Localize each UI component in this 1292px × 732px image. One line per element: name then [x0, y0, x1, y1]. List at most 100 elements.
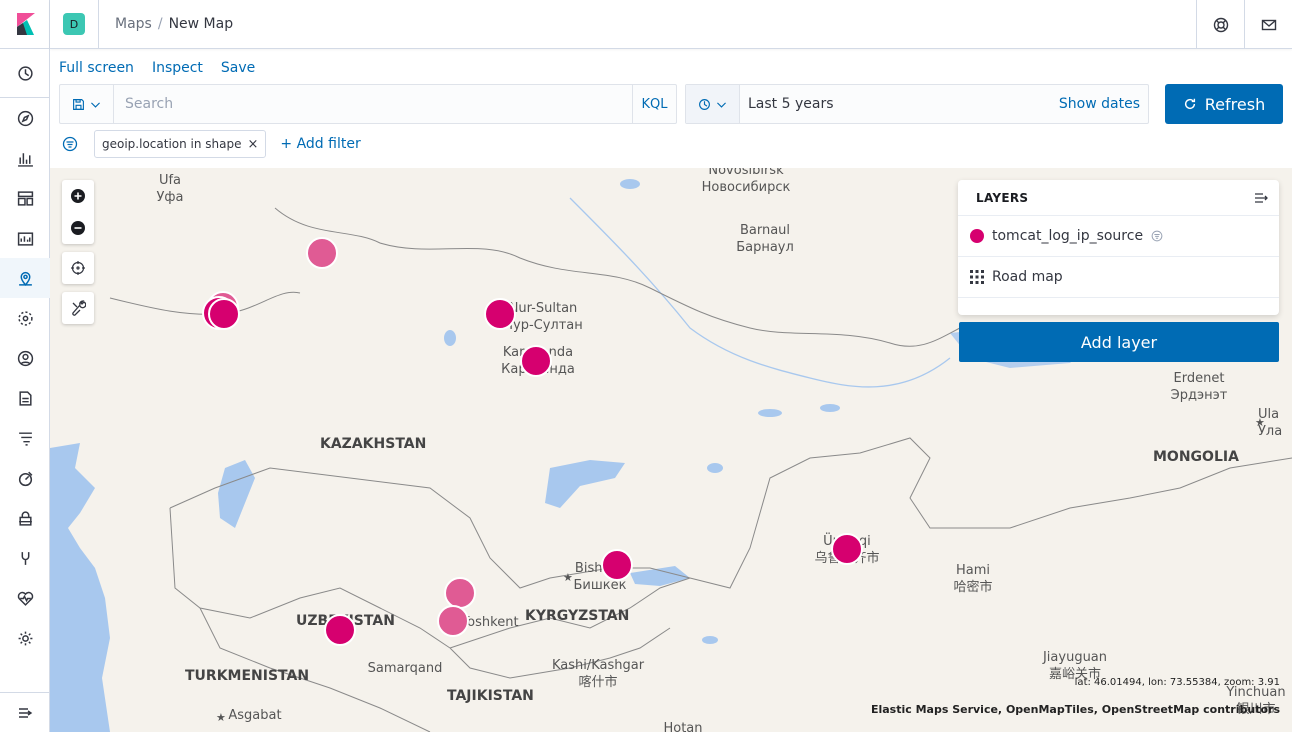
discover-icon[interactable] [0, 98, 50, 138]
logs-icon[interactable] [0, 378, 50, 418]
breadcrumb-maps[interactable]: Maps [115, 16, 152, 32]
filter-icon [62, 136, 78, 152]
place-label-erdenet: Erdenet Эрдэнэт [1164, 370, 1234, 404]
breadcrumb-current: New Map [168, 16, 234, 32]
maps-icon[interactable] [0, 258, 50, 298]
ml-icon[interactable] [0, 298, 50, 338]
maps-app: D Maps / New Map Full screen Inspect Sav… [0, 0, 1292, 732]
place-label-ufa: Ufa Уфа [150, 172, 190, 206]
canvas-icon[interactable] [0, 218, 50, 258]
place-name: Kashi/Kashgar [551, 658, 645, 673]
collapse-nav-button[interactable] [0, 692, 50, 732]
close-icon[interactable]: × [248, 137, 259, 152]
place-name: Samarqand [367, 661, 443, 676]
help-button[interactable] [1196, 0, 1244, 49]
user-icon[interactable] [0, 338, 50, 378]
save-link[interactable]: Save [221, 60, 255, 76]
dashboard-icon[interactable] [0, 178, 50, 218]
kibana-logo[interactable] [0, 0, 50, 49]
dev-tools-icon[interactable] [0, 538, 50, 578]
chevron-down-icon [716, 101, 726, 108]
breadcrumb: Maps / New Map [115, 16, 233, 32]
map-point[interactable] [437, 605, 469, 637]
filter-pill-label: geoip.location in shape [102, 137, 242, 151]
show-dates-link[interactable]: Show dates [1059, 96, 1148, 112]
zoom-in-button[interactable] [62, 180, 94, 212]
help-icon [1213, 17, 1228, 32]
mail-icon [1261, 19, 1276, 30]
map-point[interactable] [444, 577, 476, 609]
add-filter-button[interactable]: + Add filter [280, 136, 360, 152]
full-screen-link[interactable]: Full screen [59, 60, 134, 76]
layer-name: tomcat_log_ip_source [992, 228, 1144, 244]
capital-star-icon: ★ [1255, 416, 1265, 429]
map-attribution[interactable]: Elastic Maps Service, OpenMapTiles, Open… [871, 703, 1280, 716]
save-icon [72, 98, 84, 110]
country-label: KYRGYZSTAN [525, 608, 630, 624]
zoom-out-button[interactable] [62, 212, 94, 244]
place-name: Hami [955, 563, 991, 578]
saved-query-button[interactable] [60, 85, 114, 123]
place-name: Hotan [663, 721, 703, 732]
map-point[interactable] [208, 298, 240, 330]
recent-icon[interactable] [0, 53, 50, 93]
filter-options-button[interactable] [59, 133, 81, 155]
gear-icon[interactable] [0, 618, 50, 658]
add-layer-button[interactable]: Add layer [959, 322, 1279, 362]
collapse-icon [19, 707, 33, 718]
space-avatar[interactable]: D [63, 13, 85, 35]
date-range-value[interactable]: Last 5 years [740, 96, 1059, 112]
layer-item-tomcat[interactable]: tomcat_log_ip_source [958, 216, 1279, 257]
layers-header: LAYERS [958, 180, 1279, 216]
map-point[interactable] [520, 345, 552, 377]
filter-icon [1151, 230, 1163, 242]
kql-toggle[interactable]: KQL [632, 85, 676, 123]
place-name: Asgabat [228, 708, 282, 723]
refresh-label: Refresh [1204, 94, 1266, 114]
search-input[interactable] [114, 85, 632, 123]
map-point[interactable] [484, 298, 516, 330]
uptime-icon[interactable] [0, 458, 50, 498]
inspect-link[interactable]: Inspect [152, 60, 203, 76]
tools-button[interactable] [62, 292, 94, 324]
country-label: KAZAKHSTAN [320, 436, 427, 452]
refresh-button[interactable]: Refresh [1165, 84, 1283, 124]
place-name-local: Барнаул [736, 240, 794, 255]
place-label-kashi: Kashi/Kashgar 喀什市 [545, 657, 651, 691]
grid-icon [970, 270, 984, 284]
place-label-asgabat: Asgabat [215, 707, 295, 724]
clock-icon [698, 98, 710, 110]
crosshair-icon [71, 261, 85, 275]
minus-circle-icon [71, 221, 85, 235]
place-name-local: 喀什市 [578, 675, 618, 690]
map-point[interactable] [324, 614, 356, 646]
circle-dot-icon [970, 229, 984, 243]
map-coordinates: lat: 46.01494, lon: 73.55384, zoom: 3.91 [1074, 677, 1280, 688]
plus-circle-icon [71, 189, 85, 203]
date-picker: Last 5 years Show dates [685, 84, 1149, 124]
place-name: Erdenet [1173, 371, 1225, 386]
collapse-panel-icon[interactable] [1253, 190, 1269, 206]
set-view-control [62, 252, 94, 284]
map-canvas[interactable]: Ufa Уфа Novosibirsk Новосибирск Barnaul … [50, 168, 1292, 732]
quick-select-button[interactable] [686, 85, 740, 123]
map-point[interactable] [306, 237, 338, 269]
place-label-barnaul: Barnaul Барнаул [730, 222, 800, 256]
newsfeed-button[interactable] [1244, 0, 1292, 49]
apm-icon[interactable] [0, 418, 50, 458]
filter-pill[interactable]: geoip.location in shape × [94, 130, 267, 158]
capital-star-icon: ★ [216, 711, 226, 724]
set-view-button[interactable] [62, 252, 94, 284]
layers-panel: LAYERS tomcat_log_ip_source Road map [958, 180, 1279, 315]
tools-control [62, 292, 94, 324]
zoom-controls [62, 180, 94, 244]
visualize-icon[interactable] [0, 138, 50, 178]
country-label: MONGOLIA [1153, 449, 1239, 465]
layer-item-road-map[interactable]: Road map [958, 257, 1279, 298]
security-icon[interactable] [0, 498, 50, 538]
map-point[interactable] [601, 549, 633, 581]
place-name-local: Эрдэнэт [1170, 388, 1228, 403]
map-point[interactable] [831, 533, 863, 565]
monitoring-icon[interactable] [0, 578, 50, 618]
place-name: Novosibirsk [708, 168, 784, 178]
